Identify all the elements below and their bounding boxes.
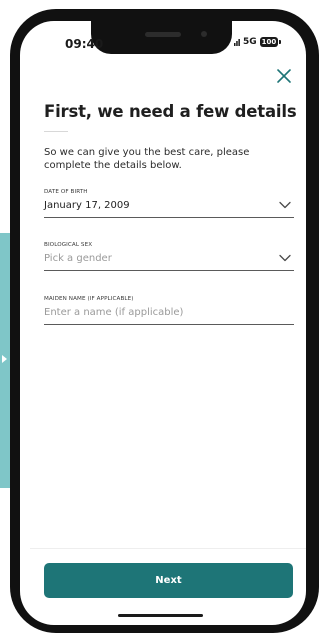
network-label: 5G xyxy=(243,37,257,47)
footer-divider xyxy=(30,548,306,549)
close-icon[interactable] xyxy=(276,68,292,84)
date-of-birth-field[interactable]: DATE OF BIRTH January 17, 2009 xyxy=(44,189,294,218)
title-divider xyxy=(44,131,68,132)
battery-cap xyxy=(279,40,282,44)
page-title: First, we need a few details xyxy=(44,102,297,121)
biological-sex-placeholder[interactable]: Pick a gender xyxy=(44,253,112,264)
home-indicator[interactable] xyxy=(118,614,203,617)
signal-icon xyxy=(234,39,240,46)
field-underline xyxy=(44,217,294,218)
chevron-down-icon[interactable] xyxy=(279,254,291,262)
next-button[interactable]: Next xyxy=(44,563,293,598)
maiden-name-label: MAIDEN NAME (IF APPLICABLE) xyxy=(44,296,134,302)
field-underline xyxy=(44,270,294,271)
notch-camera xyxy=(201,31,207,37)
field-underline xyxy=(44,324,294,325)
date-of-birth-label: DATE OF BIRTH xyxy=(44,189,88,195)
status-indicators: 5G 100 xyxy=(234,37,282,47)
date-of-birth-value[interactable]: January 17, 2009 xyxy=(44,200,130,211)
intro-text: So we can give you the best care, please… xyxy=(44,147,250,171)
maiden-name-field[interactable]: MAIDEN NAME (IF APPLICABLE) Enter a name… xyxy=(44,296,294,325)
maiden-name-input[interactable]: Enter a name (if applicable) xyxy=(44,307,183,318)
notch-speaker xyxy=(145,32,181,37)
side-arrow-icon[interactable] xyxy=(2,355,7,363)
biological-sex-label: BIOLOGICAL SEX xyxy=(44,242,93,248)
battery-icon: 100 xyxy=(259,37,279,47)
app-stage: 09:40 5G 100 First, we need a few detail… xyxy=(0,0,321,637)
status-time: 09:40 xyxy=(65,37,104,51)
chevron-down-icon[interactable] xyxy=(279,201,291,209)
phone-notch xyxy=(91,20,232,54)
biological-sex-field[interactable]: BIOLOGICAL SEX Pick a gender xyxy=(44,242,294,271)
